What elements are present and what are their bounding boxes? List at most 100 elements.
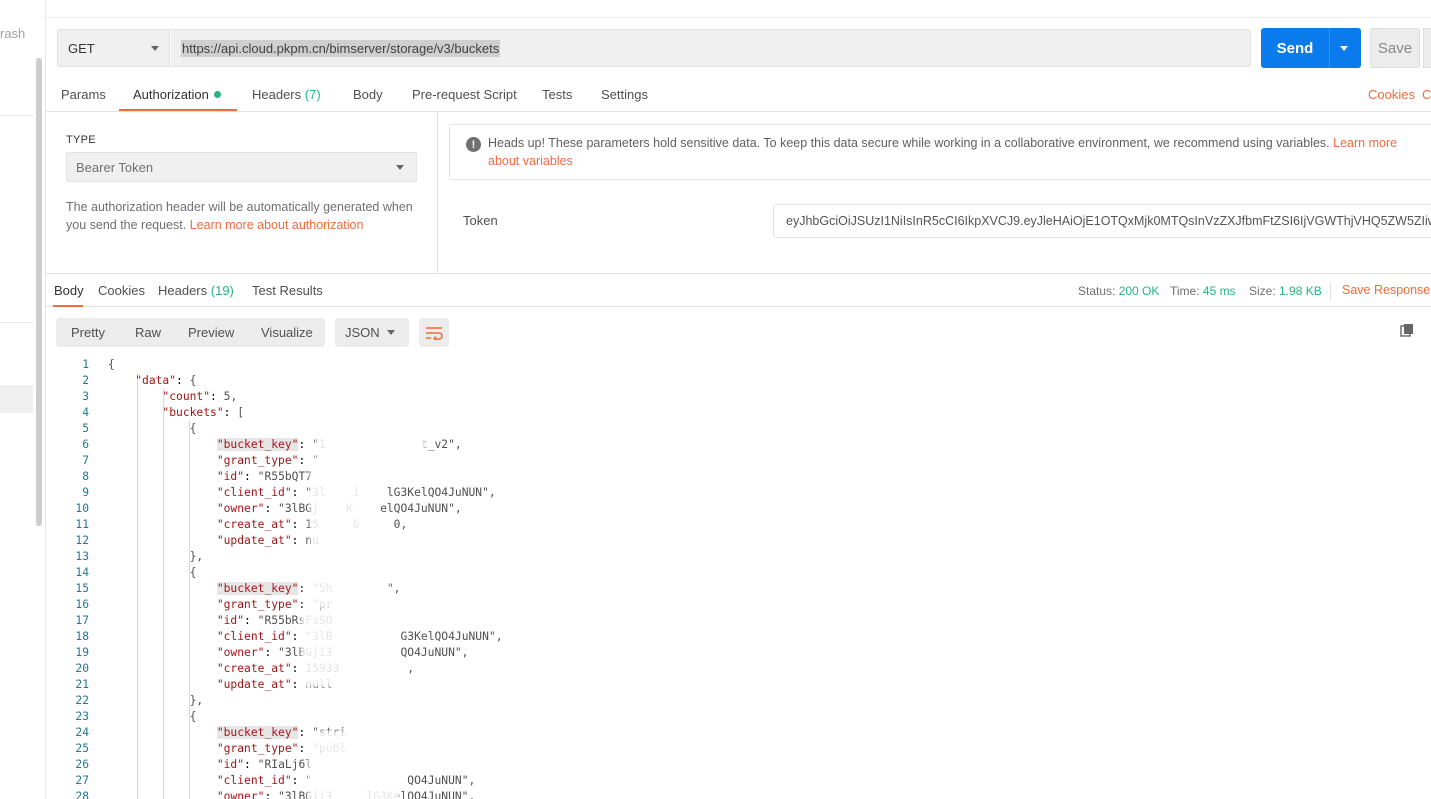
line-number: 1 — [82, 358, 89, 371]
tab-body[interactable]: Body — [353, 87, 383, 102]
send-label: Send — [1276, 39, 1314, 57]
code-text: { — [108, 710, 197, 723]
code-text: "update_at": null — [216, 678, 333, 691]
line-number: 6 — [82, 438, 89, 451]
sidebar-section — [0, 56, 33, 116]
view-visualize-button[interactable]: Visualize — [261, 325, 313, 340]
tab-settings[interactable]: Settings — [601, 87, 648, 102]
tab-prerequest-script[interactable]: Pre-request Script — [412, 87, 517, 102]
code-text: }, — [108, 550, 204, 563]
code-text: "owner": "3lBGj K elQO4JuNUN", — [216, 502, 462, 515]
line-number: 2 — [82, 374, 89, 387]
code-text: { — [108, 566, 197, 579]
view-preview-button[interactable]: Preview — [188, 325, 234, 340]
chevron-down-icon — [151, 46, 159, 51]
tab-params[interactable]: Params — [61, 87, 106, 102]
format-value: JSON — [345, 325, 380, 340]
response-tab-test-results[interactable]: Test Results — [252, 283, 323, 298]
view-raw-button[interactable]: Raw — [135, 325, 161, 340]
send-dropdown-icon[interactable] — [1340, 45, 1348, 51]
chevron-down-icon — [396, 165, 404, 170]
wrap-lines-button[interactable] — [419, 318, 449, 347]
line-number: 26 — [75, 758, 89, 771]
line-number: 25 — [75, 742, 89, 755]
sidebar-scrollbar[interactable] — [36, 58, 42, 526]
response-tab-headers[interactable]: Headers (19) — [158, 283, 234, 298]
code-text: "client_id": "3l i lG3KelQO4JuNUN", — [216, 486, 496, 499]
line-number: 17 — [75, 614, 89, 627]
line-number: 14 — [75, 566, 89, 579]
response-body-code[interactable]: 1 {2 "data": {3 "count": 5, 4 "buckets": [… — [46, 357, 1431, 799]
code-text: "grant_type": " — [216, 454, 319, 467]
response-tabs: Body Cookies Headers (19) Test Results S… — [46, 273, 1431, 307]
size-readout: Size: 1.98 KB — [1249, 284, 1322, 298]
token-label: Token — [463, 213, 498, 228]
request-tab-strip — [46, 0, 1431, 18]
response-tab-cookies[interactable]: Cookies — [98, 283, 145, 298]
line-number: 7 — [82, 454, 89, 467]
send-divider — [1329, 28, 1330, 68]
line-number: 15 — [75, 582, 89, 595]
wrap-icon — [426, 326, 443, 340]
size-value: 1.98 KB — [1279, 284, 1322, 298]
active-tab-indicator — [119, 109, 237, 111]
line-number: 16 — [75, 598, 89, 611]
code-text: "id": "R55bRsFsSO — [216, 614, 333, 627]
token-input[interactable]: eyJhbGciOiJSUzI1NiIsInR5cCI6IkpXVCJ9.eyJ… — [773, 204, 1431, 238]
line-number: 28 — [75, 790, 89, 799]
tab-tests[interactable]: Tests — [542, 87, 572, 102]
code-text: }, — [108, 694, 204, 707]
token-value: eyJhbGciOiJSUzI1NiIsInR5cCI6IkpXVCJ9.eyJ… — [786, 214, 1431, 228]
line-number: 10 — [75, 502, 89, 515]
auth-type-value: Bearer Token — [76, 159, 154, 175]
code-text: "buckets": [ — [162, 406, 245, 419]
tab-headers-label: Headers — [252, 87, 302, 102]
save-dropdown-button[interactable] — [1423, 28, 1431, 68]
status-value: 200 OK — [1118, 284, 1160, 298]
code-link[interactable]: Co — [1422, 87, 1431, 102]
code-text: "update_at": nu — [216, 534, 319, 547]
status-readout: Status: 200 OK — [1078, 284, 1159, 298]
tab-authorization[interactable]: Authorization — [133, 87, 221, 102]
time-value: 45 ms — [1202, 284, 1236, 298]
auth-type-select[interactable]: Bearer Token — [66, 152, 417, 182]
auth-type-label: TYPE — [66, 134, 96, 146]
code-text: "id": "R55bQT7 — [216, 470, 313, 483]
tab-headers[interactable]: Headers (7) — [252, 87, 321, 102]
line-number: 11 — [75, 518, 89, 531]
auth-type-panel: TYPE Bearer Token The authorization head… — [46, 112, 438, 274]
line-number: 3 — [82, 390, 89, 403]
line-number: 20 — [75, 662, 89, 675]
format-select[interactable]: JSON — [335, 318, 409, 347]
response-tab-body[interactable]: Body — [54, 283, 84, 298]
sidebar: rash — [0, 0, 46, 799]
sidebar-selected-item[interactable] — [0, 385, 33, 413]
view-pretty-button[interactable]: Pretty — [71, 325, 105, 340]
redaction-blur — [316, 435, 426, 455]
cookies-link[interactable]: Cookies — [1368, 87, 1415, 102]
line-number: 19 — [75, 646, 89, 659]
url-input[interactable]: https://api.cloud.pkpm.cn/bimserver/stor… — [171, 29, 1251, 67]
method-select[interactable]: GET — [57, 29, 170, 67]
status-label: Status: — [1078, 284, 1116, 298]
tab-headers-count: (7) — [304, 87, 321, 102]
save-response-button[interactable]: Save Response — [1342, 283, 1430, 297]
save-button[interactable]: Save — [1370, 28, 1420, 68]
sidebar-trash-label[interactable]: rash — [0, 26, 25, 41]
code-text: "data": { — [135, 374, 197, 387]
sidebar-divider — [0, 322, 33, 323]
redaction-blur — [308, 731, 400, 799]
send-button[interactable]: Send — [1261, 28, 1361, 68]
active-response-tab-indicator — [53, 305, 83, 307]
info-icon: ! — [466, 137, 481, 152]
code-text: "count": 5, — [162, 390, 238, 403]
method-value: GET — [68, 40, 95, 56]
copy-icon[interactable] — [1400, 323, 1414, 337]
line-number: 18 — [75, 630, 89, 643]
save-label: Save — [1377, 39, 1413, 57]
request-tabs: Params Authorization Headers (7) Body Pr… — [46, 78, 1431, 112]
time-readout: Time: 45 ms — [1170, 284, 1236, 298]
line-number: 12 — [75, 534, 89, 547]
learn-more-authorization-link[interactable]: Learn more about authorization — [190, 218, 364, 232]
response-headers-count: (19) — [210, 283, 234, 298]
